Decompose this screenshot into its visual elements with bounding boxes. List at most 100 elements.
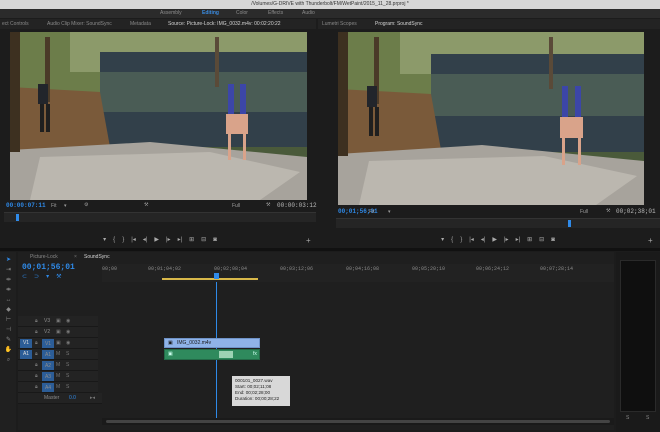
lock-icon[interactable]: 🔒︎ [35, 338, 38, 349]
source-playhead[interactable] [16, 214, 19, 221]
linked-selection-icon[interactable]: ⊃ [34, 274, 46, 280]
eye-icon[interactable]: ◉ [66, 316, 70, 327]
step-back-icon[interactable]: ◂| [143, 235, 148, 245]
marker-icon[interactable]: ▾ [103, 235, 106, 245]
solo-icon[interactable]: S [66, 382, 69, 393]
source-patch-v1[interactable]: V1 [20, 339, 32, 348]
meter-solo-right[interactable]: S [646, 415, 649, 421]
source-fit-select[interactable]: Fit [51, 203, 57, 209]
wrench-icon[interactable]: ⚒ [606, 208, 610, 214]
go-to-in-icon[interactable]: |◂ [131, 235, 136, 245]
sync-lock-icon[interactable]: ▣ [56, 327, 61, 338]
track-select-tool-icon[interactable]: ⇥ [4, 266, 13, 274]
timeline-timecode[interactable]: 00;01;56;01 [22, 263, 75, 272]
settings-icon[interactable]: ⚙ [84, 202, 88, 208]
overwrite-icon[interactable]: ⊟ [201, 235, 206, 245]
sync-lock-icon[interactable]: ▣ [56, 338, 61, 349]
export-frame-icon[interactable]: ◙ [213, 235, 217, 245]
timeline-scroll-thumb[interactable] [106, 420, 610, 423]
ripple-edit-tool-icon[interactable]: ⇹ [4, 276, 13, 284]
program-time-ruler[interactable] [336, 218, 660, 228]
insert-icon[interactable]: ⊞ [189, 235, 194, 245]
program-playhead[interactable] [568, 220, 571, 227]
play-icon[interactable]: ▶ [492, 235, 497, 245]
lock-icon[interactable]: 🔒︎ [35, 349, 38, 360]
lock-icon[interactable]: 🔒︎ [35, 360, 38, 371]
source-time-ruler[interactable] [4, 212, 316, 222]
program-quality-select[interactable]: Full [580, 209, 588, 215]
workspace-audio[interactable]: Audio [302, 9, 315, 18]
track-name-a2[interactable]: A2 [42, 361, 54, 370]
wrench-icon[interactable]: ⚒ [144, 202, 148, 208]
chevron-down-icon[interactable]: ▾ [388, 209, 391, 215]
skip-icon[interactable]: ▸◂ [90, 393, 95, 404]
chevron-down-icon[interactable]: ▾ [64, 203, 67, 209]
mute-icon[interactable]: M [56, 371, 60, 382]
slide-tool-icon[interactable]: ⊣ [4, 326, 13, 334]
timeline-scrollbar[interactable] [102, 418, 614, 425]
solo-icon[interactable]: S [66, 360, 69, 371]
mute-icon[interactable]: M [56, 349, 60, 360]
tab-picture-lock[interactable]: Picture-Lock [30, 252, 58, 262]
track-name-a4[interactable]: A4 [42, 383, 54, 392]
wrench-icon[interactable]: ⚒ [266, 202, 270, 208]
rate-stretch-tool-icon[interactable]: ↔ [4, 296, 13, 304]
snap-icon[interactable]: ⊂ [22, 274, 34, 280]
out-point-icon[interactable]: } [122, 235, 124, 245]
in-out-range-bar[interactable] [162, 278, 258, 280]
marker-icon[interactable]: ▾ [441, 235, 444, 245]
workspace-effects[interactable]: Effects [268, 9, 283, 18]
zoom-tool-icon[interactable]: ⌕ [4, 356, 13, 364]
lock-icon[interactable]: 🔒︎ [35, 371, 38, 382]
lock-icon[interactable]: 🔒︎ [35, 327, 38, 338]
extract-icon[interactable]: ⊟ [539, 235, 544, 245]
sync-lock-icon[interactable]: ▣ [56, 316, 61, 327]
timeline-settings-icon[interactable]: ⚒ [56, 274, 68, 280]
eye-icon[interactable]: ◉ [66, 327, 70, 338]
in-point-icon[interactable]: { [451, 235, 453, 245]
go-to-in-icon[interactable]: |◂ [469, 235, 474, 245]
pen-tool-icon[interactable]: ✎ [4, 336, 13, 344]
lock-icon[interactable]: 🔒︎ [35, 382, 38, 393]
lock-icon[interactable]: 🔒︎ [35, 316, 38, 327]
slip-tool-icon[interactable]: ⊢ [4, 316, 13, 324]
mute-icon[interactable]: M [56, 382, 60, 393]
eye-icon[interactable]: ◉ [66, 338, 70, 349]
close-icon[interactable]: × [74, 252, 77, 262]
rolling-edit-tool-icon[interactable]: ⇼ [4, 286, 13, 294]
meter-solo-left[interactable]: S [626, 415, 629, 421]
solo-icon[interactable]: S [66, 371, 69, 382]
tab-effect-controls[interactable]: ect Controls [2, 19, 29, 29]
track-name-a3[interactable]: A3 [42, 372, 54, 381]
program-fit-select[interactable]: Fit [369, 209, 375, 215]
tab-program[interactable]: Program: SoundSync [375, 19, 423, 29]
video-clip[interactable]: ▣ IMG_0032.m4v [164, 338, 260, 348]
source-timecode[interactable]: 00:00:07:11 [6, 202, 46, 209]
play-icon[interactable]: ▶ [154, 235, 159, 245]
export-frame-icon[interactable]: ◙ [551, 235, 555, 245]
razor-tool-icon[interactable]: ◆ [4, 306, 13, 314]
step-forward-icon[interactable]: |▸ [504, 235, 509, 245]
track-name-a1[interactable]: A1 [42, 350, 54, 359]
source-quality-select[interactable]: Full [232, 203, 240, 209]
source-patch-a1[interactable]: A1 [20, 350, 32, 359]
timeline-ruler[interactable]: 00;00 00;01;04;02 00;02;08;04 00;03;12;0… [102, 264, 614, 282]
workspace-assembly[interactable]: Assembly [160, 9, 182, 18]
lift-icon[interactable]: ⊞ [527, 235, 532, 245]
go-to-out-icon[interactable]: ▸| [516, 235, 521, 245]
tab-soundsync[interactable]: SoundSync [84, 252, 110, 262]
go-to-out-icon[interactable]: ▸| [178, 235, 183, 245]
tab-audio-clip-mixer[interactable]: Audio Clip Mixer: SoundSync [47, 19, 112, 29]
step-forward-icon[interactable]: |▸ [166, 235, 171, 245]
master-volume-value[interactable]: 0.0 [69, 393, 76, 404]
add-button-icon[interactable]: + [648, 236, 653, 245]
timeline-playhead-handle[interactable] [214, 273, 219, 279]
track-name-v1[interactable]: V1 [42, 339, 54, 348]
out-point-icon[interactable]: } [460, 235, 462, 245]
add-marker-icon[interactable]: ▾ [46, 274, 56, 280]
in-point-icon[interactable]: { [113, 235, 115, 245]
solo-icon[interactable]: S [66, 349, 69, 360]
mute-icon[interactable]: M [56, 360, 60, 371]
add-button-icon[interactable]: + [306, 236, 311, 245]
workspace-color[interactable]: Color [236, 9, 248, 18]
